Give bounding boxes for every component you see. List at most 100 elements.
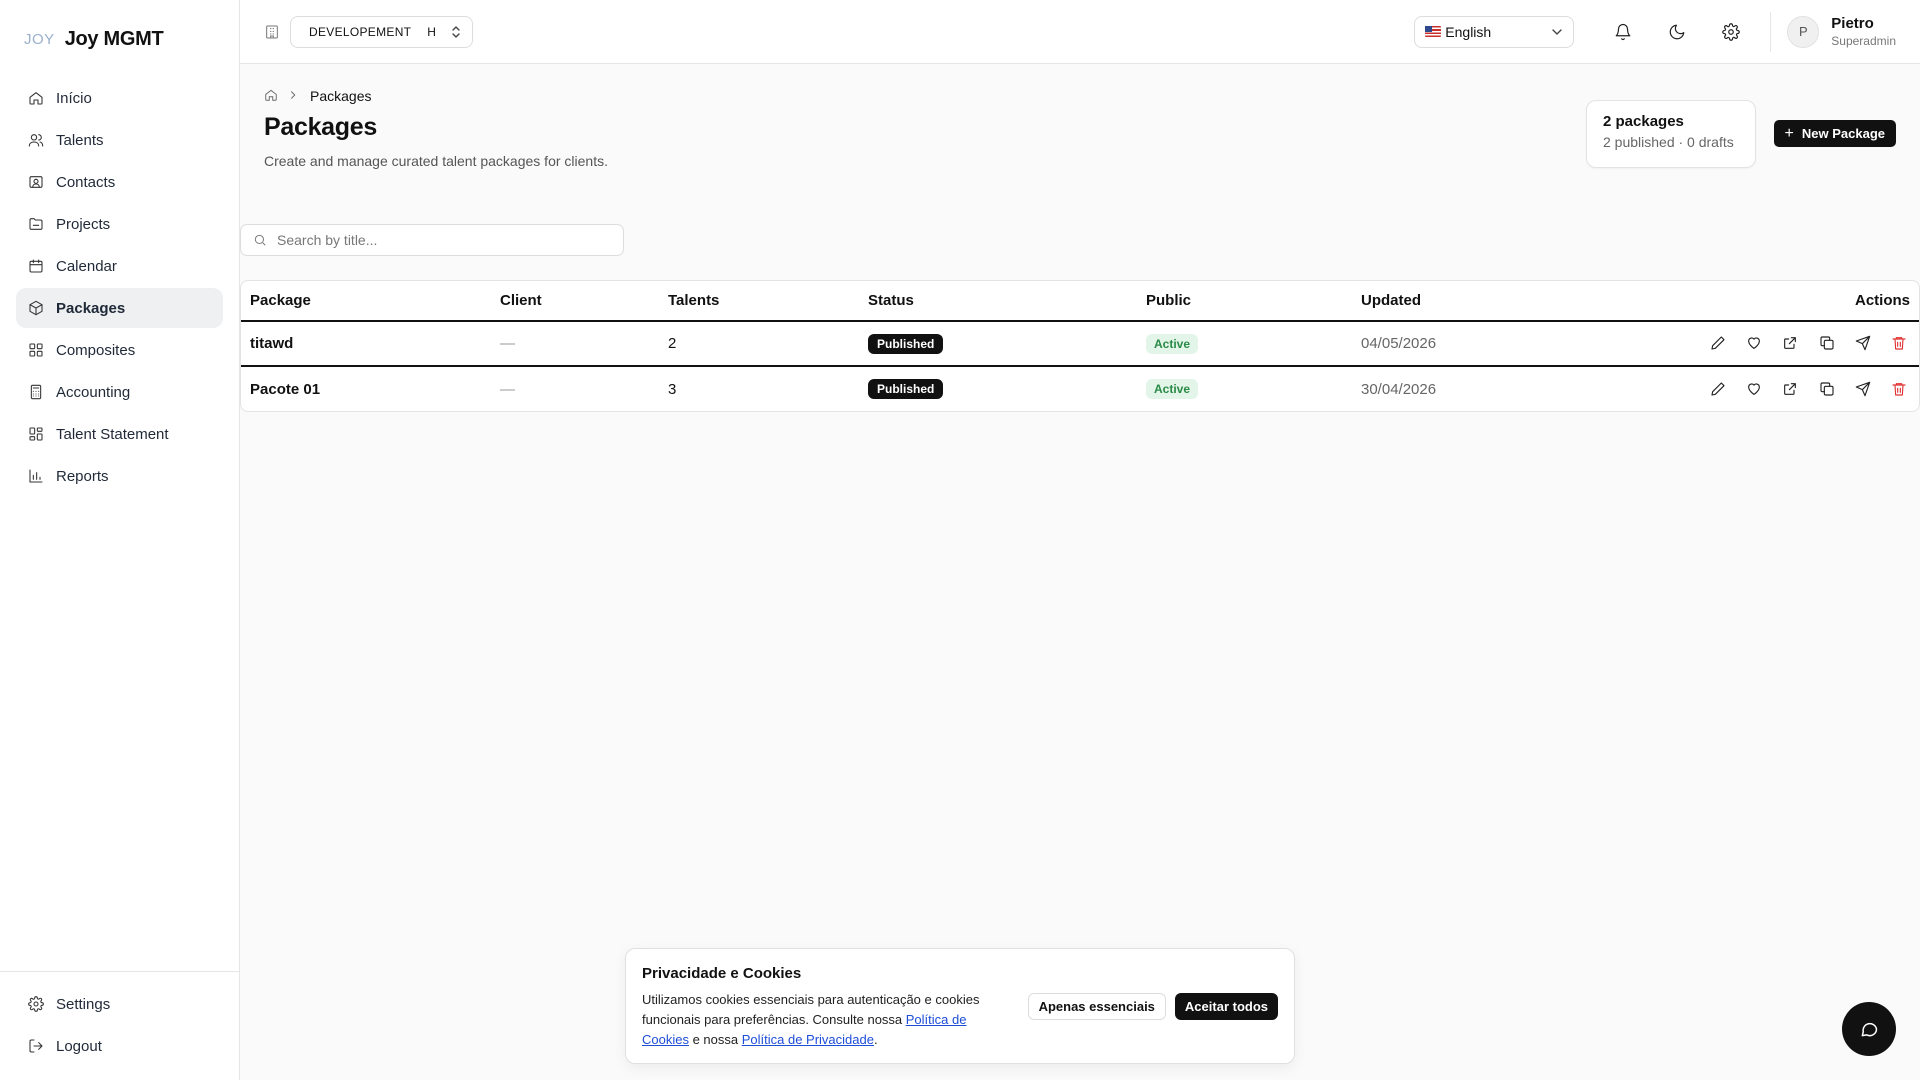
status-badge: Published bbox=[868, 333, 944, 354]
column-header-talents[interactable]: Talents bbox=[659, 281, 859, 322]
sidebar-item-talent-statement[interactable]: Talent Statement bbox=[16, 414, 223, 454]
topbar-actions: English P Pietro Superadmin bbox=[1414, 11, 1896, 52]
packages-summary-card: 2 packages 2 published · 0 drafts bbox=[1586, 100, 1756, 168]
chat-bubble-icon bbox=[1861, 1022, 1878, 1037]
layout-icon bbox=[28, 426, 44, 442]
sidebar-item-logout[interactable]: Logout bbox=[16, 1026, 223, 1066]
bell-icon bbox=[1615, 23, 1631, 40]
new-package-button[interactable]: + New Package bbox=[1773, 120, 1896, 147]
sidebar-item-calendar[interactable]: Calendar bbox=[16, 246, 223, 286]
gear-icon bbox=[1722, 22, 1741, 41]
send-icon bbox=[1855, 335, 1871, 351]
page-subtitle: Create and manage curated talent package… bbox=[264, 153, 608, 169]
language-selector[interactable]: English bbox=[1414, 15, 1575, 48]
user-name: Pietro bbox=[1831, 14, 1874, 32]
sidebar-item-reports[interactable]: Reports bbox=[16, 456, 223, 496]
sidebar-item-contacts[interactable]: Contacts bbox=[16, 162, 223, 202]
updated-date: 04/05/2026 bbox=[1352, 321, 1689, 367]
user-menu[interactable]: P Pietro Superadmin bbox=[1770, 11, 1896, 52]
grid-icon bbox=[28, 342, 44, 358]
search-icon bbox=[254, 234, 266, 246]
table-header-row: Package Client Talents Status Public Upd… bbox=[241, 281, 1919, 322]
language-label: English bbox=[1445, 23, 1492, 40]
send-button[interactable] bbox=[1852, 378, 1874, 400]
delete-button[interactable] bbox=[1888, 378, 1910, 400]
open-external-button[interactable] bbox=[1779, 378, 1801, 400]
column-header-client[interactable]: Client bbox=[491, 281, 659, 322]
sidebar-item-talents[interactable]: Talents bbox=[16, 120, 223, 160]
sidebar-item-accounting[interactable]: Accounting bbox=[16, 372, 223, 412]
public-badge: Active bbox=[1146, 333, 1199, 354]
environment-name: DEVELOPEMENT bbox=[309, 24, 412, 39]
brand[interactable]: JOY Joy MGMT bbox=[0, 0, 239, 78]
public-badge: Active bbox=[1146, 379, 1199, 399]
settings-button[interactable] bbox=[1704, 12, 1758, 52]
delete-button[interactable] bbox=[1888, 332, 1910, 354]
trash-icon bbox=[1892, 382, 1906, 396]
table-row[interactable]: Pacote 01 — 3 Published Active 30/04/202… bbox=[241, 366, 1919, 411]
search-box[interactable] bbox=[240, 224, 624, 256]
sidebar-item-label: Packages bbox=[56, 299, 126, 317]
new-package-label: New Package bbox=[1801, 126, 1885, 141]
home-icon bbox=[28, 90, 44, 106]
heart-icon bbox=[1748, 337, 1761, 349]
edit-button[interactable] bbox=[1707, 332, 1729, 354]
column-header-public[interactable]: Public bbox=[1137, 281, 1352, 322]
gear-icon bbox=[28, 996, 44, 1012]
open-external-button[interactable] bbox=[1779, 332, 1801, 354]
trash-icon bbox=[1892, 337, 1906, 350]
essential-only-button[interactable]: Apenas essenciais bbox=[1027, 993, 1166, 1020]
calculator-icon bbox=[28, 384, 44, 400]
user-info: Pietro Superadmin bbox=[1831, 15, 1896, 49]
breadcrumb-home[interactable] bbox=[264, 88, 278, 105]
send-button[interactable] bbox=[1852, 332, 1874, 354]
cookie-title: Privacidade e Cookies bbox=[642, 965, 802, 982]
environment-short: H bbox=[427, 24, 437, 39]
notifications-button[interactable] bbox=[1596, 12, 1650, 52]
favorite-button[interactable] bbox=[1743, 332, 1765, 354]
package-name[interactable]: Pacote 01 bbox=[241, 366, 491, 411]
favorite-button[interactable] bbox=[1743, 378, 1765, 400]
row-actions bbox=[1688, 321, 1919, 367]
table-row[interactable]: titawd — 2 Published Active 04/05/2026 bbox=[241, 321, 1919, 367]
privacy-policy-link[interactable]: Política de Privacidade bbox=[742, 1032, 874, 1047]
cookie-text: Utilizamos cookies essenciais para auten… bbox=[642, 990, 1017, 1050]
chat-button[interactable] bbox=[1842, 1002, 1896, 1056]
cookie-text-part: . bbox=[873, 1032, 878, 1047]
client-value: — bbox=[500, 380, 515, 398]
environment-selector[interactable]: DEVELOPEMENT H bbox=[290, 15, 474, 48]
sidebar: JOY Joy MGMT Início Talents Contacts Pro… bbox=[0, 0, 240, 1080]
edit-button[interactable] bbox=[1707, 378, 1729, 400]
external-link-icon bbox=[1784, 337, 1797, 349]
package-name[interactable]: titawd bbox=[241, 321, 491, 367]
sidebar-item-label: Talent Statement bbox=[56, 425, 169, 443]
package-icon bbox=[28, 300, 44, 316]
status-badge: Published bbox=[868, 379, 944, 399]
summary-breakdown: 2 published · 0 drafts bbox=[1603, 134, 1734, 150]
theme-toggle-button[interactable] bbox=[1650, 12, 1704, 52]
topbar: DEVELOPEMENT H English P Pietro Superadm… bbox=[240, 0, 1920, 64]
sidebar-item-projects[interactable]: Projects bbox=[16, 204, 223, 244]
column-header-package[interactable]: Package bbox=[241, 281, 491, 322]
duplicate-button[interactable] bbox=[1816, 332, 1838, 354]
sidebar-item-inicio[interactable]: Início bbox=[16, 78, 223, 118]
search-input[interactable] bbox=[277, 232, 597, 248]
page-header: Packages Create and manage curated talen… bbox=[264, 100, 1896, 223]
row-actions bbox=[1688, 366, 1919, 411]
sidebar-item-settings[interactable]: Settings bbox=[16, 984, 223, 1024]
column-header-status[interactable]: Status bbox=[859, 281, 1137, 322]
brand-logo-mark: JOY bbox=[24, 30, 55, 48]
public-cell: Active bbox=[1137, 366, 1352, 411]
column-header-updated[interactable]: Updated bbox=[1352, 281, 1689, 322]
sidebar-item-label: Contacts bbox=[56, 173, 116, 191]
page-title: Packages bbox=[264, 113, 377, 141]
duplicate-button[interactable] bbox=[1816, 378, 1838, 400]
sidebar-item-packages[interactable]: Packages bbox=[16, 288, 223, 328]
sidebar-item-composites[interactable]: Composites bbox=[16, 330, 223, 370]
pencil-icon bbox=[1711, 381, 1725, 396]
packages-table: Package Client Talents Status Public Upd… bbox=[240, 280, 1920, 412]
sidebar-item-label: Início bbox=[56, 89, 92, 107]
home-icon bbox=[265, 89, 277, 101]
copy-icon bbox=[1820, 381, 1834, 396]
accept-all-button[interactable]: Aceitar todos bbox=[1174, 993, 1278, 1020]
